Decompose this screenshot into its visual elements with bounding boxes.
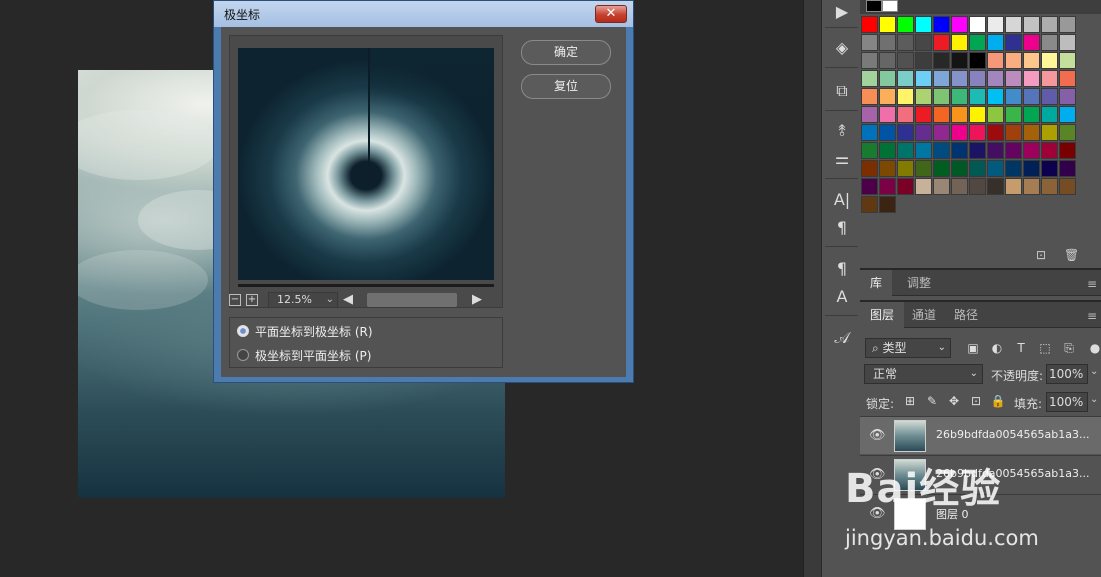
option-label: 平面坐标到极坐标 (R) [255, 325, 373, 339]
divider [825, 110, 858, 111]
zoom-value: 12.5% [277, 293, 312, 306]
filter-kind: 类型 [882, 341, 907, 355]
history-icon[interactable]: ⧉ [828, 79, 856, 103]
cloud-shape [78, 110, 218, 180]
opacity-label: 不透明度: [991, 369, 1044, 383]
search-icon: ⌕ [872, 341, 883, 355]
paragraph-icon[interactable]: ¶ [828, 216, 856, 240]
dialog-body: − + 12.5% ⌄ ◀ ▶ 确定 复位 平面坐标到极坐标 (R) 极坐标到平… [221, 27, 626, 377]
photoshop-window: 极坐标 ✕ − + 12.5% ⌄ ◀ ▶ 确定 复位 平面坐标到极坐标 (R)… [0, 0, 1101, 577]
preview-seam-shade [369, 48, 494, 108]
scroll-left-icon[interactable]: ◀ [343, 292, 353, 307]
lock-artboard-icon[interactable]: ⊡ [968, 393, 984, 409]
divider [825, 67, 858, 68]
lock-transparency-icon[interactable]: ⊞ [902, 393, 918, 409]
preview-scrollbar[interactable] [367, 293, 457, 307]
layer-filter-select[interactable]: ⌕ 类型 ⌄ [865, 338, 951, 358]
lock-move-icon[interactable]: ✥ [946, 393, 962, 409]
watermark-logo: Bai经验 [845, 466, 1002, 512]
filter-pixel-icon[interactable]: ▣ [964, 338, 982, 358]
preview-divider [238, 284, 494, 287]
lock-brush-icon[interactable]: ✎ [924, 393, 940, 409]
lock-all-icon[interactable]: 🔒 [990, 393, 1006, 409]
opacity-input[interactable]: 100% [1046, 364, 1088, 384]
divider [825, 315, 858, 316]
conversion-options: 平面坐标到极坐标 (R) 极坐标到平面坐标 (P) [229, 317, 503, 368]
zoom-select[interactable]: 12.5% ⌄ [268, 292, 338, 308]
paragraph-styles-icon[interactable]: ¶ [828, 257, 856, 281]
eye-icon[interactable]: 👁 [869, 428, 886, 443]
divider [825, 246, 858, 247]
filter-adjust-icon[interactable]: ◐ [988, 338, 1006, 358]
close-button[interactable]: ✕ [595, 5, 627, 23]
panel-dock-gutter [803, 0, 821, 577]
lock-label: 锁定: [866, 397, 895, 411]
cloud-shape [78, 250, 208, 310]
zoom-controls: − + 12.5% ⌄ ◀ ▶ [229, 291, 503, 309]
ok-button[interactable]: 确定 [521, 40, 611, 65]
zoom-out-button[interactable]: − [229, 294, 241, 306]
option-label: 极坐标到平面坐标 (P) [255, 349, 372, 363]
layer-name: 26b9bdfda0054565ab1a3... [936, 428, 1090, 441]
character-styles-icon[interactable]: A [828, 285, 856, 309]
3d-icon[interactable]: ◈ [828, 36, 856, 60]
zoom-in-button[interactable]: + [246, 294, 258, 306]
filter-preview[interactable] [238, 48, 494, 280]
dialog-titlebar[interactable]: 极坐标 ✕ [214, 1, 633, 27]
chevron-down-icon: ⌄ [969, 368, 978, 379]
chevron-down-icon[interactable]: ⌄ [1090, 366, 1098, 377]
preview-frame [229, 35, 503, 308]
layer-row[interactable]: 👁 26b9bdfda0054565ab1a3... [860, 416, 1101, 454]
filter-toggle-icon[interactable]: ● [1086, 338, 1101, 358]
radio-selected[interactable] [237, 325, 249, 337]
chevron-down-icon: ⌄ [325, 294, 334, 305]
play-icon[interactable]: ▶ [828, 0, 856, 24]
polar-coordinates-dialog: 极坐标 ✕ − + 12.5% ⌄ ◀ ▶ 确定 复位 平面坐标到极坐标 (R)… [213, 0, 634, 383]
filter-smart-icon[interactable]: ⎘ [1060, 338, 1078, 358]
fill-label: 填充: [1014, 397, 1043, 411]
glyphs-icon[interactable]: 𝒜 [828, 326, 856, 350]
chevron-down-icon: ⌄ [937, 342, 946, 353]
fill-input[interactable]: 100% [1046, 392, 1088, 412]
radio-unselected[interactable] [237, 349, 249, 361]
filter-shape-icon[interactable]: ⬚ [1036, 338, 1054, 358]
filter-type-icon[interactable]: T [1012, 338, 1030, 358]
layer-thumbnail [894, 420, 926, 452]
blend-mode-value: 正常 [873, 367, 898, 381]
chevron-down-icon[interactable]: ⌄ [1090, 394, 1098, 405]
preview-seam [368, 48, 370, 166]
brush-icon[interactable]: ⥉ [828, 119, 856, 143]
character-icon[interactable]: A| [828, 188, 856, 212]
adjust-icon[interactable]: ⚌ [828, 147, 856, 171]
blend-mode-select[interactable]: 正常 ⌄ [864, 364, 983, 384]
dialog-title: 极坐标 [224, 8, 261, 22]
reset-button[interactable]: 复位 [521, 74, 611, 99]
divider [825, 178, 858, 179]
watermark-url: jingyan.baidu.com [845, 526, 1039, 550]
divider [825, 27, 858, 28]
scroll-right-icon[interactable]: ▶ [472, 292, 482, 307]
